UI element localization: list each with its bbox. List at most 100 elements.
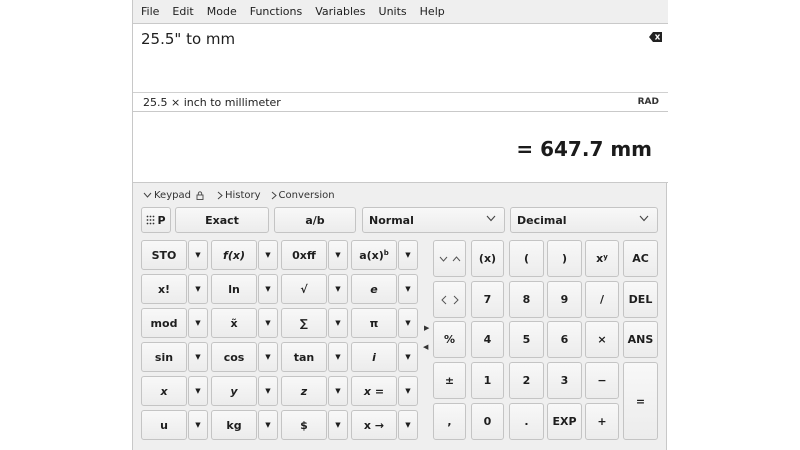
angle-mode-indicator[interactable]: RAD — [638, 97, 659, 107]
key-function-dropdown[interactable]: ▼ — [258, 240, 278, 270]
key-tangent[interactable]: tan — [281, 342, 327, 372]
key-modulo-dropdown[interactable]: ▼ — [188, 308, 208, 338]
key-modulo[interactable]: mod — [141, 308, 187, 338]
tab-history[interactable]: History — [217, 190, 261, 201]
key-square-root-dropdown[interactable]: ▼ — [328, 274, 348, 304]
key-answer[interactable]: ANS — [623, 321, 658, 358]
display-mode-select[interactable]: Normal — [362, 207, 505, 233]
key-2[interactable]: 2 — [509, 362, 544, 399]
key-function-call[interactable]: (x) — [471, 240, 504, 277]
key-mean-dropdown[interactable]: ▼ — [258, 308, 278, 338]
caret-down-icon: ▼ — [195, 421, 201, 429]
key-function-apply[interactable]: a(x) b — [351, 240, 397, 270]
key-var-y[interactable]: y — [211, 376, 257, 406]
key-plus-minus[interactable]: ± — [433, 362, 466, 399]
key-equation-dropdown[interactable]: ▼ — [398, 376, 418, 406]
key-cosine[interactable]: cos — [211, 342, 257, 372]
key-factorial[interactable]: x! — [141, 274, 187, 304]
tab-keypad[interactable]: Keypad — [143, 190, 207, 201]
key-7[interactable]: 7 — [471, 281, 504, 318]
menu-variables[interactable]: Variables — [315, 5, 365, 18]
key-3[interactable]: 3 — [547, 362, 582, 399]
key-euler-dropdown[interactable]: ▼ — [398, 274, 418, 304]
key-equals[interactable]: = — [623, 362, 658, 440]
key-4[interactable]: 4 — [471, 321, 504, 358]
key-divide[interactable]: / — [585, 281, 619, 318]
key-close-paren[interactable]: ) — [547, 240, 582, 277]
key-exp[interactable]: EXP — [547, 403, 582, 440]
key-var-y-dropdown[interactable]: ▼ — [258, 376, 278, 406]
key-comma[interactable]: , — [433, 403, 466, 440]
menu-file[interactable]: File — [141, 5, 159, 18]
tab-conversion[interactable]: Conversion — [271, 190, 335, 201]
key-power[interactable]: xy — [585, 240, 619, 277]
key-imaginary-dropdown[interactable]: ▼ — [398, 342, 418, 372]
key-8[interactable]: 8 — [509, 281, 544, 318]
key-imaginary[interactable]: i — [351, 342, 397, 372]
menu-functions[interactable]: Functions — [250, 5, 303, 18]
expression-input[interactable] — [141, 28, 641, 50]
key-equation[interactable]: x = — [351, 376, 397, 406]
key-convert-to-dropdown[interactable]: ▼ — [398, 410, 418, 440]
key-sum-dropdown[interactable]: ▼ — [328, 308, 348, 338]
key-var-z[interactable]: z — [281, 376, 327, 406]
expand-right-icon[interactable]: ▶ — [424, 324, 429, 332]
key-unit-kg-dropdown[interactable]: ▼ — [258, 410, 278, 440]
key-square-root[interactable]: √ — [281, 274, 327, 304]
key-var-x[interactable]: x — [141, 376, 187, 406]
exact-button[interactable]: Exact — [175, 207, 269, 233]
key-hex[interactable]: 0xff — [281, 240, 327, 270]
key-unit-kg[interactable]: kg — [211, 410, 257, 440]
fraction-button[interactable]: a/b — [274, 207, 356, 233]
menu-mode[interactable]: Mode — [207, 5, 237, 18]
key-unit-u-dropdown[interactable]: ▼ — [188, 410, 208, 440]
key-1[interactable]: 1 — [471, 362, 504, 399]
key-sum[interactable]: ∑ — [281, 308, 327, 338]
key-0[interactable]: 0 — [471, 403, 504, 440]
key-hex-dropdown[interactable]: ▼ — [328, 240, 348, 270]
menu-edit[interactable]: Edit — [172, 5, 193, 18]
key-9[interactable]: 9 — [547, 281, 582, 318]
key-5[interactable]: 5 — [509, 321, 544, 358]
key-function-apply-dropdown[interactable]: ▼ — [398, 240, 418, 270]
key-tangent-dropdown[interactable]: ▼ — [328, 342, 348, 372]
backspace-clear-icon[interactable] — [649, 32, 662, 42]
key-natural-log-dropdown[interactable]: ▼ — [258, 274, 278, 304]
cursor-left-right-button[interactable] — [433, 281, 466, 318]
key-sine-dropdown[interactable]: ▼ — [188, 342, 208, 372]
key-factorial-dropdown[interactable]: ▼ — [188, 274, 208, 304]
key-multiply[interactable]: × — [585, 321, 619, 358]
key-store[interactable]: STO — [141, 240, 187, 270]
key-decimal-point[interactable]: . — [509, 403, 544, 440]
key-var-x-dropdown[interactable]: ▼ — [188, 376, 208, 406]
key-percent[interactable]: % — [433, 321, 466, 358]
key-minus[interactable]: − — [585, 362, 619, 399]
key-pi[interactable]: π — [351, 308, 397, 338]
key-all-clear[interactable]: AC — [623, 240, 658, 277]
number-base-select[interactable]: Decimal — [510, 207, 658, 233]
menu-units[interactable]: Units — [379, 5, 407, 18]
keypad-mode-toggle-button[interactable]: P — [141, 207, 171, 233]
key-plus[interactable]: + — [585, 403, 619, 440]
key-store-dropdown[interactable]: ▼ — [188, 240, 208, 270]
key-mean[interactable]: x̃ — [211, 308, 257, 338]
expand-left-icon[interactable]: ◀ — [423, 343, 428, 351]
key-pi-dropdown[interactable]: ▼ — [398, 308, 418, 338]
key-function[interactable]: f(x) — [211, 240, 257, 270]
key-natural-log[interactable]: ln — [211, 274, 257, 304]
key-6[interactable]: 6 — [547, 321, 582, 358]
cursor-up-down-button[interactable] — [433, 240, 466, 277]
key-delete[interactable]: DEL — [623, 281, 658, 318]
key-euler[interactable]: e — [351, 274, 397, 304]
key-convert-to[interactable]: x → — [351, 410, 397, 440]
key-currency[interactable]: $ — [281, 410, 327, 440]
key-sine[interactable]: sin — [141, 342, 187, 372]
caret-down-icon: ▼ — [335, 285, 341, 293]
key-open-paren[interactable]: ( — [509, 240, 544, 277]
key-unit-u[interactable]: u — [141, 410, 187, 440]
key-cosine-dropdown[interactable]: ▼ — [258, 342, 278, 372]
key-currency-dropdown[interactable]: ▼ — [328, 410, 348, 440]
lock-icon[interactable] — [195, 190, 205, 200]
menu-help[interactable]: Help — [420, 5, 445, 18]
key-var-z-dropdown[interactable]: ▼ — [328, 376, 348, 406]
